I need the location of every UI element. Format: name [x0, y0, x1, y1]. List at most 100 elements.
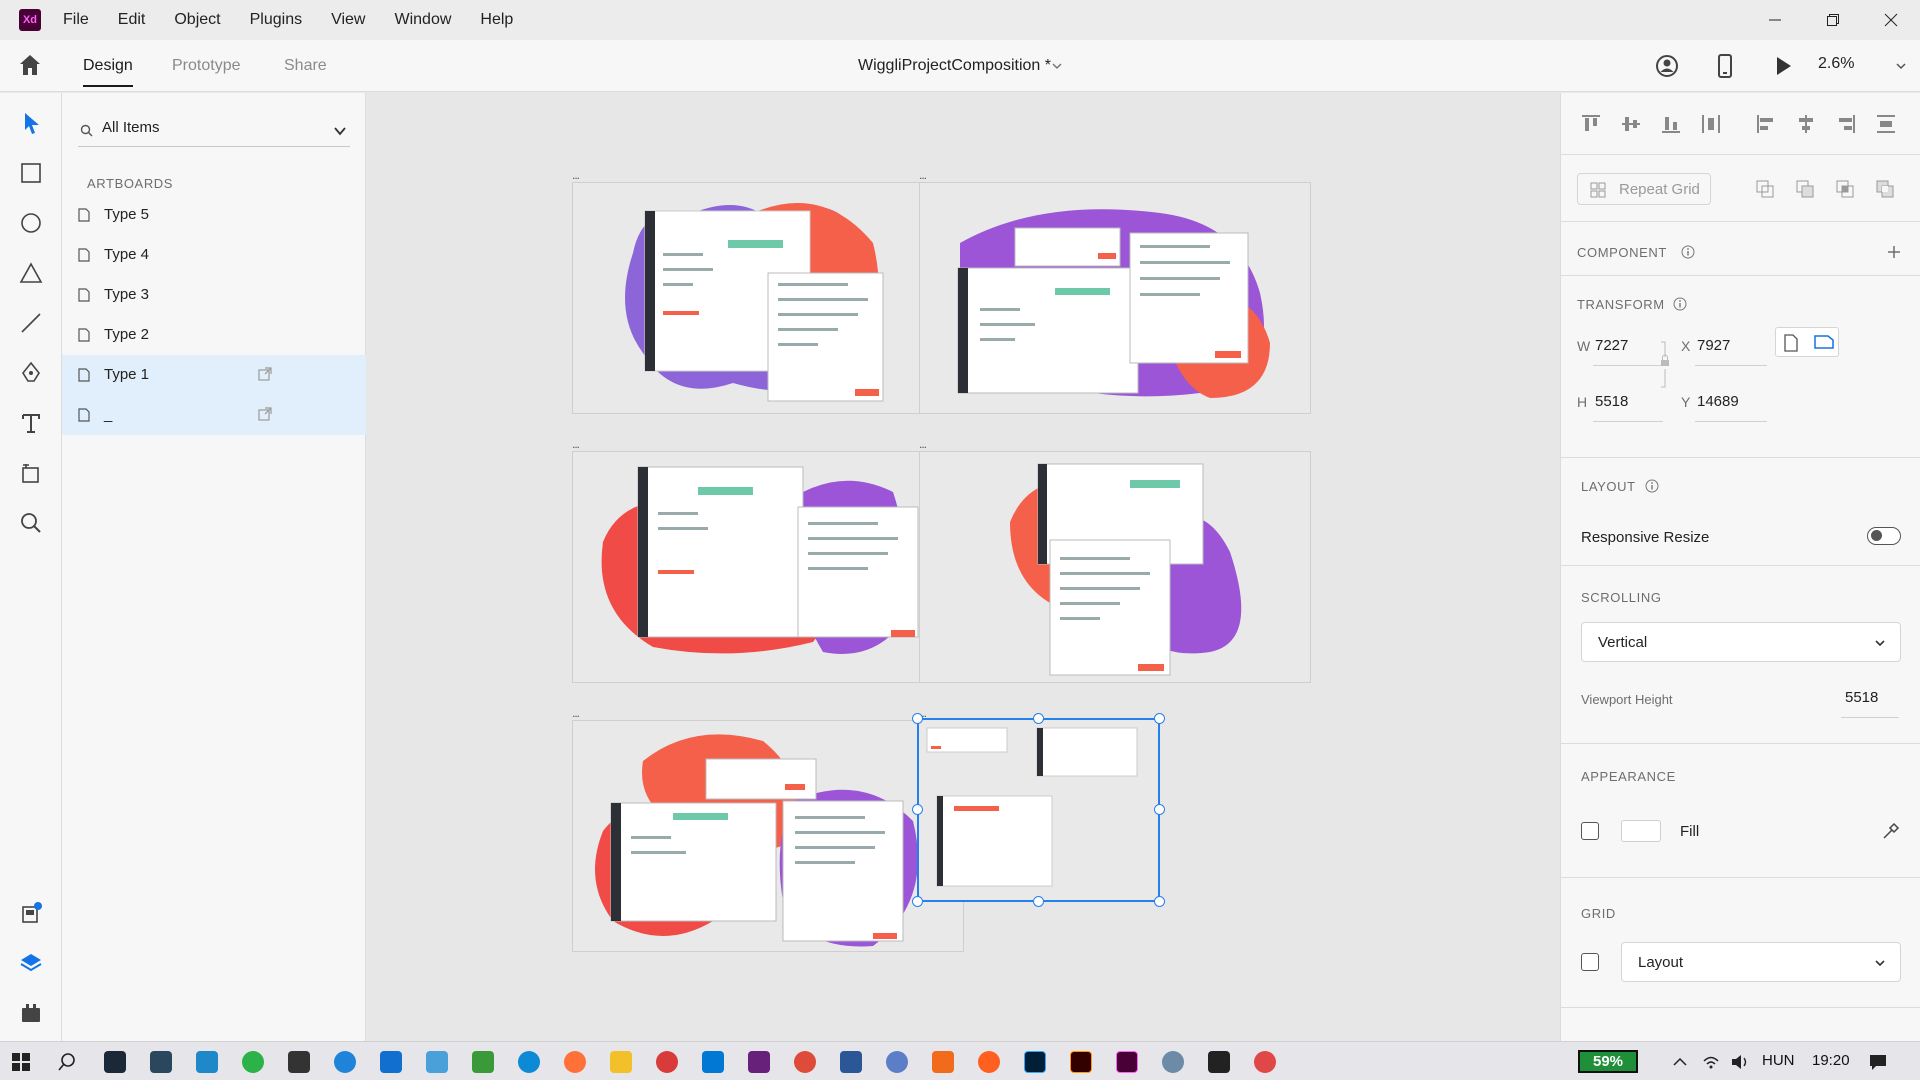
- zoom-value[interactable]: 2.6%: [1818, 55, 1854, 73]
- invite-user-icon[interactable]: [1654, 53, 1680, 79]
- lock-aspect-icon[interactable]: [1659, 339, 1671, 391]
- viewport-height-input[interactable]: 5518: [1845, 689, 1878, 706]
- resize-handle[interactable]: [1154, 713, 1165, 724]
- boolean-intersect-icon[interactable]: [1835, 179, 1855, 199]
- battery-indicator[interactable]: 59%: [1578, 1050, 1638, 1073]
- artboard-label[interactable]: ...: [572, 707, 580, 719]
- app-icon-8[interactable]: [426, 1051, 448, 1073]
- zoom-icon[interactable]: [17, 509, 45, 537]
- add-icon[interactable]: [1887, 245, 1901, 259]
- app-icon-1[interactable]: [104, 1051, 126, 1073]
- menu-help[interactable]: Help: [480, 11, 513, 29]
- app-icon-25[interactable]: [1162, 1051, 1184, 1073]
- app-icon-20[interactable]: [932, 1051, 954, 1073]
- height-input[interactable]: 5518: [1595, 393, 1628, 410]
- menu-edit[interactable]: Edit: [118, 11, 146, 29]
- device-preview-icon[interactable]: [1712, 53, 1738, 79]
- menu-file[interactable]: File: [63, 11, 89, 29]
- boolean-exclude-icon[interactable]: [1875, 179, 1895, 199]
- document-title[interactable]: WiggliProjectComposition *: [858, 57, 1051, 75]
- app-icon-19[interactable]: [886, 1051, 908, 1073]
- line-icon[interactable]: [17, 309, 45, 337]
- design-canvas[interactable]: ... ... ... ... ... ...: [366, 93, 1560, 1041]
- align-bottom-icon[interactable]: [1660, 113, 1682, 135]
- windows-start-icon[interactable]: [10, 1051, 32, 1073]
- align-middle-icon[interactable]: [1620, 113, 1642, 135]
- resize-handle[interactable]: [912, 896, 923, 907]
- resize-handle[interactable]: [1154, 896, 1165, 907]
- info-icon[interactable]: [1673, 297, 1687, 311]
- tab-share[interactable]: Share: [284, 57, 327, 75]
- chevron-down-icon[interactable]: [1050, 59, 1064, 73]
- width-input[interactable]: 7227: [1595, 337, 1628, 354]
- restore-button[interactable]: [1804, 0, 1862, 40]
- search-icon[interactable]: [56, 1051, 78, 1073]
- layer-item-type-1[interactable]: Type 1: [62, 355, 366, 395]
- wifi-icon[interactable]: [1702, 1053, 1720, 1071]
- artboard-thumb[interactable]: [919, 451, 1311, 683]
- artboard-icon[interactable]: [17, 459, 45, 487]
- chevron-down-icon[interactable]: [332, 123, 348, 139]
- app-icon-6[interactable]: [334, 1051, 356, 1073]
- file-explorer-icon[interactable]: [610, 1051, 632, 1073]
- chrome-icon[interactable]: [794, 1051, 816, 1073]
- artboard-thumb[interactable]: [572, 182, 964, 414]
- resize-handle[interactable]: [912, 713, 923, 724]
- plugins-icon[interactable]: [17, 999, 45, 1027]
- close-button[interactable]: [1862, 0, 1920, 40]
- repeat-grid-button[interactable]: Repeat Grid: [1577, 173, 1711, 205]
- app-icon-7[interactable]: [380, 1051, 402, 1073]
- play-icon[interactable]: [1770, 53, 1796, 79]
- resize-handle[interactable]: [1154, 804, 1165, 815]
- clock[interactable]: 19:20: [1812, 1052, 1850, 1069]
- select-arrow-icon[interactable]: [17, 109, 45, 137]
- ellipse-icon[interactable]: [17, 209, 45, 237]
- firefox-icon[interactable]: [564, 1051, 586, 1073]
- link-icon[interactable]: [257, 406, 273, 422]
- app-icon-9[interactable]: [472, 1051, 494, 1073]
- distribute-horizontal-icon[interactable]: [1875, 113, 1897, 135]
- chevron-up-icon[interactable]: [1672, 1055, 1688, 1069]
- distribute-vertical-icon[interactable]: [1700, 113, 1722, 135]
- app-icon-27[interactable]: [1254, 1051, 1276, 1073]
- layer-item-type-4[interactable]: Type 4: [62, 235, 366, 275]
- edge-icon[interactable]: [518, 1051, 540, 1073]
- info-icon[interactable]: [1645, 479, 1659, 493]
- layers-filter[interactable]: All Items: [78, 115, 350, 147]
- layer-item-underscore[interactable]: _: [62, 395, 366, 435]
- menu-window[interactable]: Window: [394, 11, 451, 29]
- artboard-thumb[interactable]: [572, 451, 964, 683]
- visual-studio-icon[interactable]: [748, 1051, 770, 1073]
- menu-object[interactable]: Object: [174, 11, 220, 29]
- app-icon-21[interactable]: [978, 1051, 1000, 1073]
- steam-icon[interactable]: [150, 1051, 172, 1073]
- store-icon[interactable]: [288, 1051, 310, 1073]
- vscode-icon[interactable]: [702, 1051, 724, 1073]
- xd-taskbar-icon[interactable]: [1116, 1051, 1138, 1073]
- app-icon-13[interactable]: [656, 1051, 678, 1073]
- rectangle-icon[interactable]: [17, 159, 45, 187]
- grid-dropdown[interactable]: Layout: [1621, 942, 1901, 982]
- fill-swatch[interactable]: [1621, 820, 1661, 842]
- responsive-resize-toggle[interactable]: [1867, 527, 1901, 545]
- resize-handle[interactable]: [1033, 713, 1044, 724]
- resize-handle[interactable]: [1033, 896, 1044, 907]
- link-icon[interactable]: [257, 366, 273, 382]
- y-input[interactable]: 14689: [1697, 393, 1739, 410]
- artboard-label[interactable]: ...: [572, 169, 580, 181]
- boolean-subtract-icon[interactable]: [1795, 179, 1815, 199]
- boolean-add-icon[interactable]: [1755, 179, 1775, 199]
- fill-checkbox[interactable]: [1581, 822, 1599, 840]
- triangle-icon[interactable]: [17, 259, 45, 287]
- volume-icon[interactable]: [1730, 1053, 1750, 1071]
- layer-item-type-2[interactable]: Type 2: [62, 315, 366, 355]
- artboard-thumb[interactable]: [572, 720, 964, 952]
- pen-icon[interactable]: [17, 359, 45, 387]
- artboard-label[interactable]: ...: [572, 438, 580, 450]
- info-icon[interactable]: [1681, 245, 1695, 259]
- calculator-icon[interactable]: [840, 1051, 862, 1073]
- zoom-chevron-icon[interactable]: [1894, 59, 1908, 73]
- artboard-label[interactable]: ...: [919, 438, 927, 450]
- minimize-button[interactable]: [1746, 0, 1804, 40]
- text-icon[interactable]: [17, 409, 45, 437]
